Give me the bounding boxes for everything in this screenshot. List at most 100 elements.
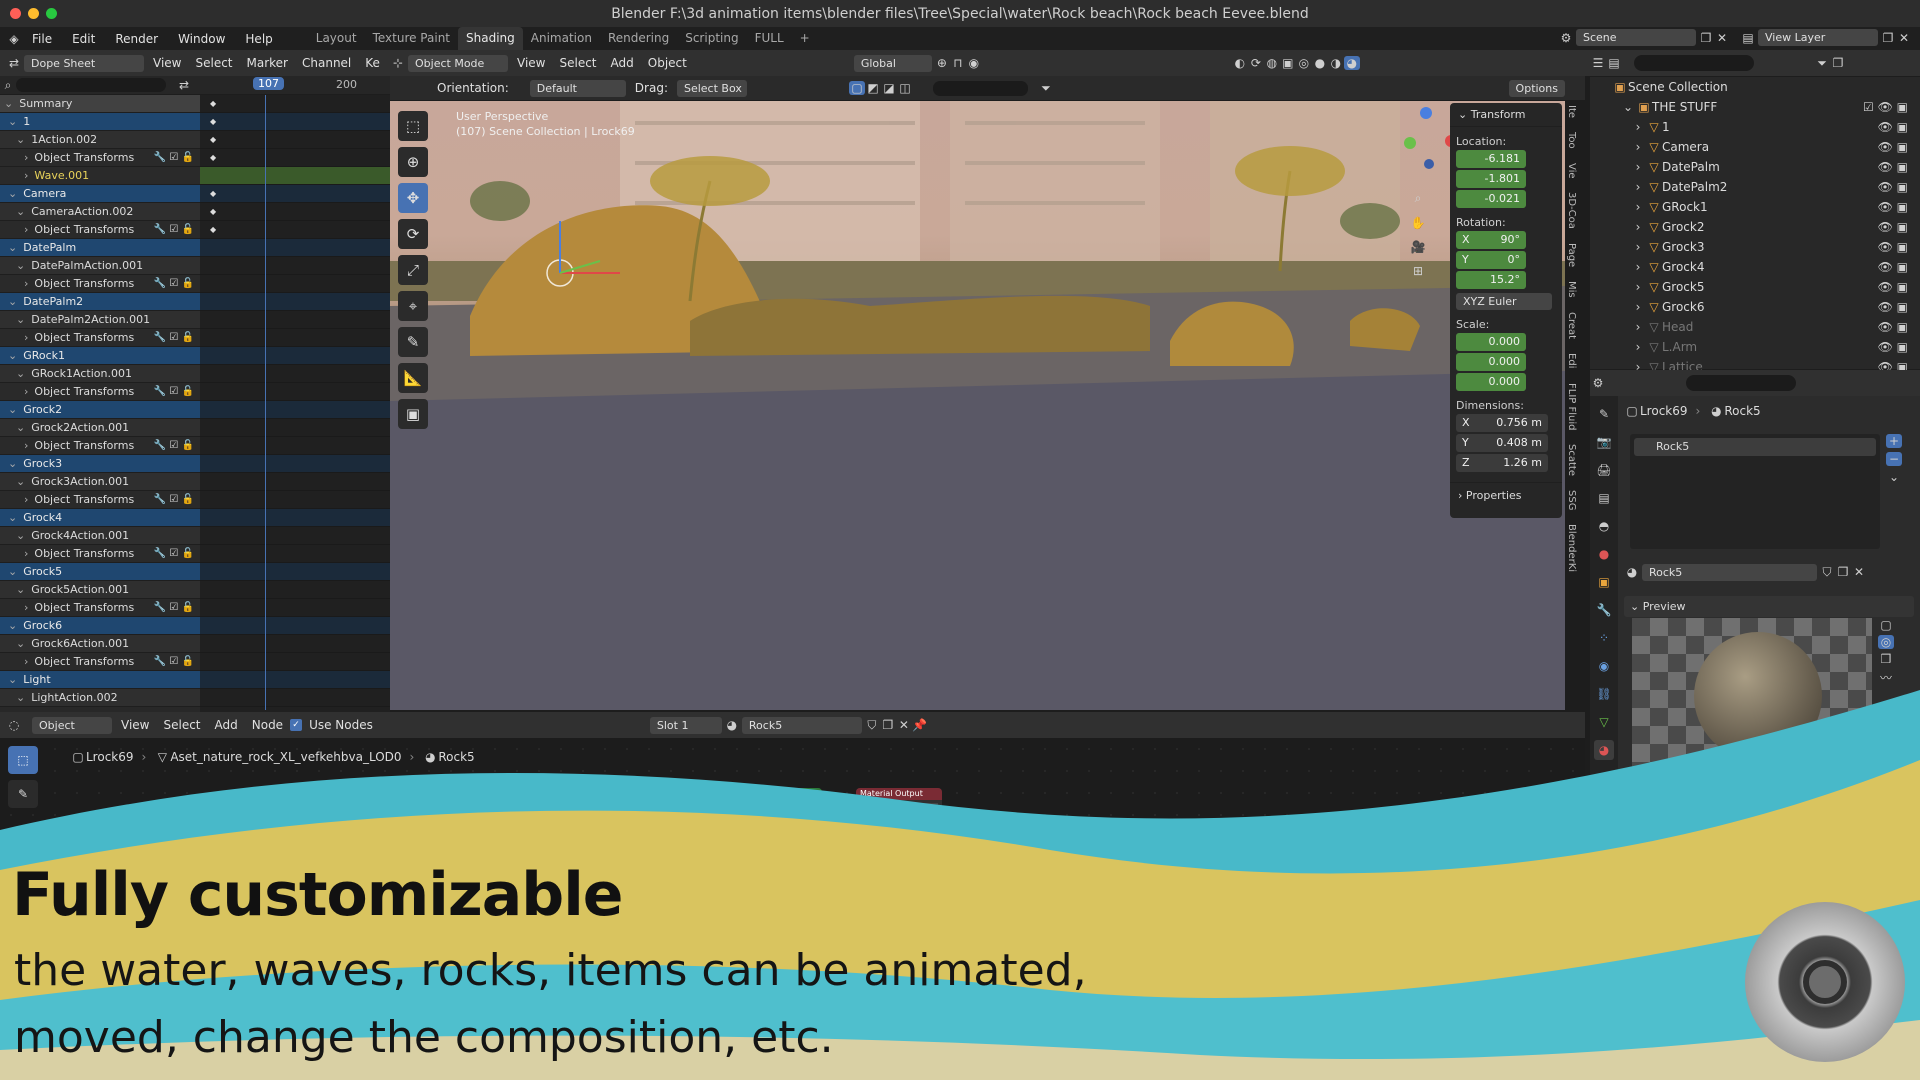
node-unlink-icon[interactable]: ✕: [896, 718, 912, 732]
use-nodes-checkbox[interactable]: ✓: [290, 719, 303, 731]
new-view-layer-icon[interactable]: ❐: [1880, 31, 1896, 45]
channel-toggle-icons[interactable]: 🔧 ☑ 🔓: [154, 332, 194, 343]
dopesheet-timeline[interactable]: ◆ ◆ ◆ ◆ ◆ ◆ ◆: [200, 95, 390, 730]
tab-animation[interactable]: Animation: [523, 27, 600, 50]
expand-icon[interactable]: ⌄: [8, 565, 17, 578]
timeline-row[interactable]: [200, 293, 390, 311]
menu-render[interactable]: Render: [105, 32, 168, 46]
zoom-window-button[interactable]: [46, 8, 57, 19]
sidebar-tab[interactable]: Creat: [1566, 312, 1577, 339]
timeline-row[interactable]: [200, 671, 390, 689]
world-tab-icon[interactable]: ●: [1594, 544, 1614, 564]
outliner-item[interactable]: › ▽ Grock2 👁 ▣: [1590, 217, 1920, 237]
camera-view-icon[interactable]: 🎥: [1410, 240, 1426, 254]
material-browse-icon[interactable]: ◕: [724, 718, 740, 732]
sidebar-tab[interactable]: Ite: [1566, 105, 1577, 118]
shader-type-select[interactable]: Object: [32, 716, 112, 734]
window-controls[interactable]: [10, 8, 57, 19]
select-mode-set-icon[interactable]: ▢: [848, 81, 865, 95]
channel-row[interactable]: ⌄ Grock4: [0, 509, 200, 527]
expand-icon[interactable]: ⌄: [16, 583, 25, 596]
channel-toggle-icons[interactable]: 🔧 ☑ 🔓: [154, 278, 194, 289]
xray-icon[interactable]: ▣: [1280, 56, 1296, 70]
timeline-row[interactable]: ◆: [200, 203, 390, 221]
channel-toggle-icons[interactable]: 🔧 ☑ 🔓: [154, 152, 194, 163]
material-slot-list[interactable]: Rock5: [1630, 434, 1880, 549]
outliner-item[interactable]: › ▽ Grock3 👁 ▣: [1590, 237, 1920, 257]
viewport-search-input[interactable]: [932, 80, 1028, 96]
expand-icon[interactable]: ›: [24, 277, 28, 290]
pivot-icon[interactable]: ⊕: [934, 56, 950, 70]
channel-row[interactable]: › Object Transforms 🔧 ☑ 🔓: [0, 653, 200, 671]
options-button[interactable]: Options: [1508, 79, 1565, 97]
rotation-z-field[interactable]: 15.2°: [1456, 271, 1526, 289]
expand-icon[interactable]: ›: [24, 493, 28, 506]
expand-icon[interactable]: ›: [1630, 280, 1646, 294]
fake-user-icon[interactable]: ⛉: [1819, 565, 1835, 580]
node-material-field[interactable]: Rock5: [741, 716, 862, 734]
grid-view-icon[interactable]: ⊞: [1410, 264, 1426, 278]
timeline-row[interactable]: [200, 239, 390, 257]
channel-row[interactable]: ⌄ GRock1Action.001: [0, 365, 200, 383]
expand-icon[interactable]: ›: [1630, 180, 1646, 194]
wireframe-shading-icon[interactable]: ◎: [1296, 56, 1312, 70]
channel-row[interactable]: ⌄ DatePalm: [0, 239, 200, 257]
neg-z-axis-icon[interactable]: [1424, 159, 1434, 169]
location-z-field[interactable]: -0.021: [1456, 190, 1526, 208]
timeline-row[interactable]: [200, 617, 390, 635]
expand-icon[interactable]: ⌄: [16, 691, 25, 704]
eye-icon[interactable]: 👁 ▣: [1878, 160, 1908, 174]
channel-row[interactable]: ⌄ DatePalm2Action.001: [0, 311, 200, 329]
browse-material-icon[interactable]: ◕: [1624, 565, 1640, 579]
material-slot-item[interactable]: Rock5: [1634, 438, 1876, 456]
channel-row[interactable]: › Wave.001: [0, 167, 200, 185]
eye-icon[interactable]: 👁 ▣: [1878, 180, 1908, 194]
dopesheet-menu-select[interactable]: Select: [188, 56, 239, 70]
expand-icon[interactable]: ›: [1630, 200, 1646, 214]
dopesheet-menu-view[interactable]: View: [146, 56, 188, 70]
display-mode-icon[interactable]: ▤: [1606, 56, 1622, 70]
channel-row[interactable]: ⌄ 1Action.002: [0, 131, 200, 149]
cursor-tool-icon[interactable]: ⊕: [398, 147, 428, 177]
rotation-x-field[interactable]: X 90°: [1456, 231, 1526, 249]
timeline-row[interactable]: [200, 599, 390, 617]
properties-editor-type-icon[interactable]: ⚙: [1590, 376, 1606, 390]
channel-row[interactable]: ⌄ 1: [0, 113, 200, 131]
timeline-row[interactable]: [200, 563, 390, 581]
dopesheet-mode-select[interactable]: Dope Sheet: [24, 54, 144, 72]
menu-file[interactable]: File: [22, 32, 62, 46]
outliner-item[interactable]: › ▽ 1 👁 ▣: [1590, 117, 1920, 137]
annotate-tool-icon[interactable]: ✎: [398, 327, 428, 357]
outliner-editor-type-icon[interactable]: ☰: [1590, 56, 1606, 70]
outliner-item[interactable]: › ▽ Grock4 👁 ▣: [1590, 257, 1920, 277]
expand-icon[interactable]: ⌄: [16, 421, 25, 434]
properties-panel-header[interactable]: › Properties: [1450, 482, 1562, 508]
channel-row[interactable]: › Object Transforms 🔧 ☑ 🔓: [0, 221, 200, 239]
expand-icon[interactable]: ›: [1630, 300, 1646, 314]
eye-icon[interactable]: 👁 ▣: [1878, 140, 1908, 154]
expand-icon[interactable]: ›: [1630, 220, 1646, 234]
rotation-y-field[interactable]: Y 0°: [1456, 251, 1526, 269]
material-tab-icon[interactable]: ◕: [1594, 740, 1614, 760]
expand-icon[interactable]: ›: [1630, 340, 1646, 354]
channel-row[interactable]: ⌄ Grock3: [0, 455, 200, 473]
channel-row[interactable]: ⌄ Grock4Action.001: [0, 527, 200, 545]
channel-toggle-icons[interactable]: 🔧 ☑ 🔓: [154, 386, 194, 397]
sidebar-tab[interactable]: Edi: [1566, 353, 1577, 368]
channel-row[interactable]: › Object Transforms 🔧 ☑ 🔓: [0, 329, 200, 347]
timeline-row[interactable]: [200, 365, 390, 383]
solid-shading-icon[interactable]: ●: [1312, 56, 1328, 70]
channel-row[interactable]: ⌄ Grock3Action.001: [0, 473, 200, 491]
timeline-row[interactable]: [200, 383, 390, 401]
location-y-field[interactable]: -1.801: [1456, 170, 1526, 188]
preview-sphere-icon[interactable]: ◎: [1878, 635, 1894, 649]
timeline-row[interactable]: [200, 545, 390, 563]
preview-cube-icon[interactable]: ❒: [1878, 652, 1894, 666]
timeline-row[interactable]: ◆: [200, 113, 390, 131]
channel-row[interactable]: › Object Transforms 🔧 ☑ 🔓: [0, 383, 200, 401]
expand-icon[interactable]: ⌄: [8, 295, 17, 308]
physics-tab-icon[interactable]: ◉: [1594, 656, 1614, 676]
outliner-item[interactable]: › ▽ Head 👁 ▣: [1590, 317, 1920, 337]
expand-icon[interactable]: ⌄: [8, 403, 17, 416]
gizmo-icon[interactable]: ⟳: [1248, 56, 1264, 70]
